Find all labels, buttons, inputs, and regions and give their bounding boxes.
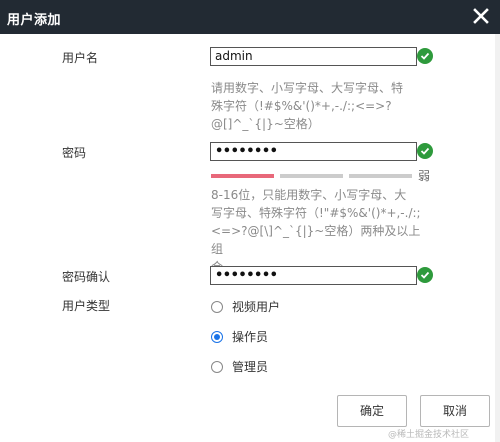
dialog-title: 用户添加	[7, 13, 62, 28]
confirm-password-field[interactable]: ••••••••	[210, 266, 417, 285]
username-hint: 请用数字、小写字母、大写字母、特 殊字符（!#$%&'()*+,-./:;<=>…	[211, 79, 421, 133]
password-hint: 8-16位，只能用数字、小写字母、大 写字母、特殊字符（!"#$%&'()*+,…	[211, 186, 421, 276]
ok-button[interactable]: 确定	[337, 395, 407, 427]
username-label: 用户名	[62, 51, 99, 65]
radio-label-video-user[interactable]: 视频用户	[232, 298, 280, 315]
radio-admin[interactable]	[211, 361, 223, 373]
password-strength-segment	[280, 174, 343, 178]
dialog-titlebar: 用户添加	[0, 0, 500, 34]
username-hint-line: @[]^_`{|}~空格）	[211, 117, 320, 131]
radio-video-user[interactable]	[211, 301, 223, 313]
username-valid-icon	[417, 48, 433, 64]
radio-label-operator[interactable]: 操作员	[232, 328, 268, 345]
radio-label-admin[interactable]: 管理员	[232, 358, 268, 375]
password-valid-icon	[417, 143, 433, 159]
user-type-label: 用户类型	[62, 299, 111, 313]
password-hint-line: 8-16位，只能用数字、小写字母、大	[211, 188, 407, 202]
confirm-password-label: 密码确认	[62, 270, 111, 284]
password-hint-line: 写字母、特殊字符（!"#$%&'()*+,-./:;	[211, 206, 421, 220]
radio-operator[interactable]	[211, 331, 223, 343]
username-hint-line: 请用数字、小写字母、大写字母、特	[211, 81, 404, 95]
cancel-button[interactable]: 取消	[420, 395, 490, 427]
watermark: @稀土掘金技术社区	[388, 430, 470, 440]
password-hint-line: <=>?@[\]^_`{|}~空格）两种及以上组	[211, 224, 421, 256]
scrollbar-track[interactable]	[495, 34, 500, 442]
password-strength-segment	[211, 174, 274, 178]
username-field[interactable]: admin	[210, 47, 417, 66]
password-field[interactable]: ••••••••	[210, 142, 417, 161]
password-strength-label: 弱	[418, 169, 431, 183]
username-hint-line: 殊字符（!#$%&'()*+,-./:;<=>?	[211, 99, 392, 113]
confirm-password-valid-icon	[417, 267, 433, 283]
password-label: 密码	[62, 146, 87, 160]
password-strength-segment	[349, 174, 412, 178]
close-icon[interactable]	[471, 6, 491, 26]
